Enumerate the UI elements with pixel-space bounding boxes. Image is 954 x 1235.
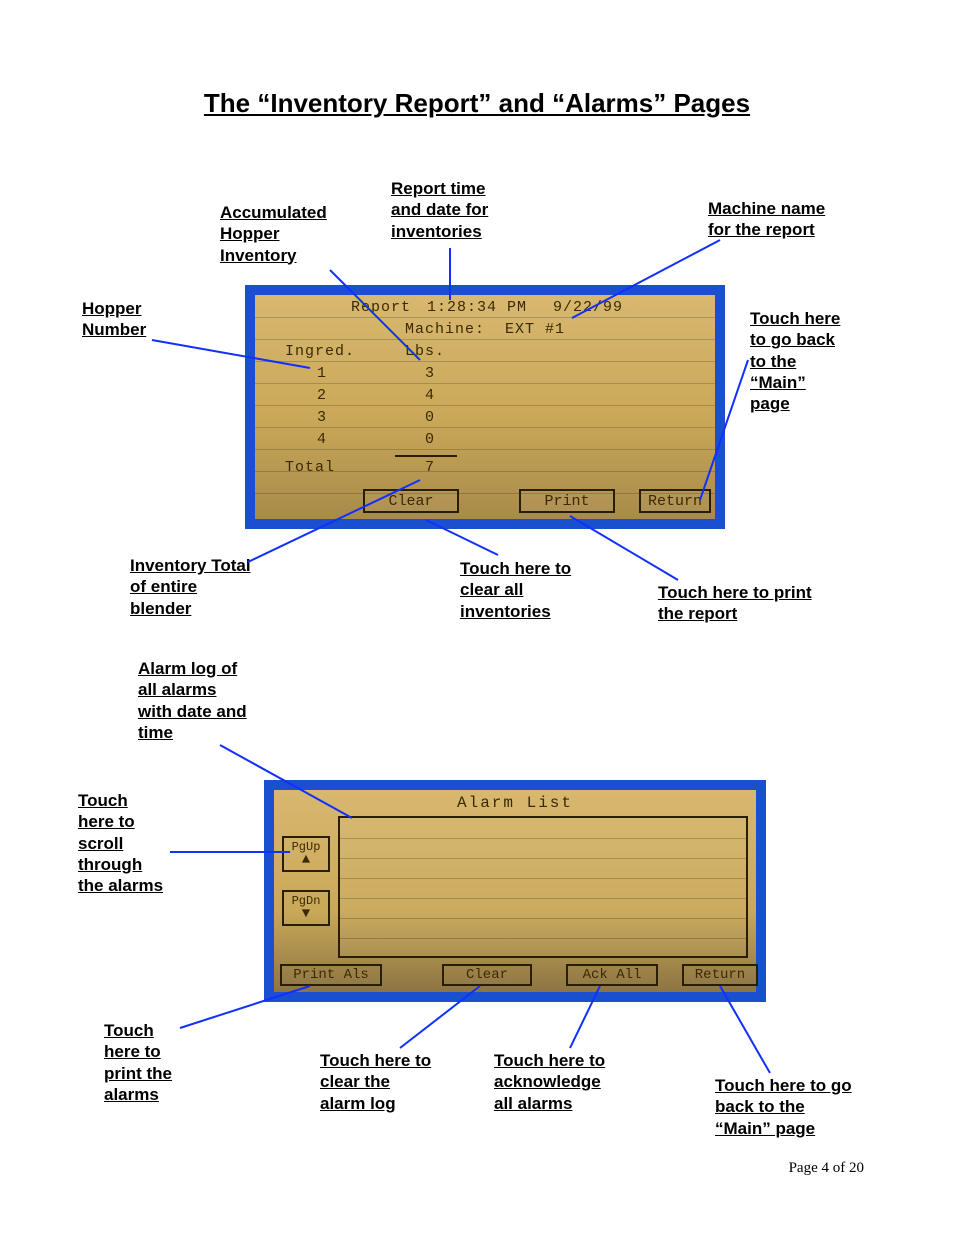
alarm-list-screen: Alarm List PgUp ▲ PgDn ▼ Print Als Clear… [264,780,766,1002]
ack-all-button[interactable]: Ack All [566,964,658,986]
annot-accum-hopper: AccumulatedHopperInventory [220,202,327,266]
row-lbs: 0 [425,409,435,426]
alarm-list-panel: Alarm List PgUp ▲ PgDn ▼ Print Als Clear… [274,790,756,992]
pgdn-button[interactable]: PgDn ▼ [282,890,330,926]
print-alarms-button[interactable]: Print Als [280,964,382,986]
inventory-report-panel: Report 1:28:34 PM 9/22/99 Machine: EXT #… [255,295,715,519]
annot-go-main-bottom: Touch here to goback to the“Main” page [715,1075,852,1139]
total-label: Total [285,459,335,476]
machine-label: Machine: [405,321,485,338]
machine-value: EXT #1 [505,321,565,338]
annot-print-report: Touch here to printthe report [658,582,812,625]
row-n: 4 [317,431,327,448]
row-lbs: 4 [425,387,435,404]
annot-report-time: Report timeand date forinventories [391,178,488,242]
row-lbs: 3 [425,365,435,382]
report-time: 1:28:34 PM [427,299,527,316]
col-lbs: Lbs. [405,343,445,360]
return-button[interactable]: Return [682,964,758,986]
page-footer: Page 4 of 20 [789,1160,864,1177]
return-button[interactable]: Return [639,489,711,513]
annot-alarm-log: Alarm log ofall alarmswith date andtime [138,658,247,743]
clear-alarms-button[interactable]: Clear [442,964,532,986]
annot-clear-alarm-log: Touch here toclear thealarm log [320,1050,431,1114]
report-label: Report [351,299,411,316]
alarm-log-area [338,816,748,958]
clear-button[interactable]: Clear [363,489,459,513]
total-value: 7 [425,459,435,476]
alarm-list-title: Alarm List [274,794,756,812]
annot-scroll-alarms: Touchhere toscrollthroughthe alarms [78,790,163,896]
annot-machine-name: Machine namefor the report [708,198,825,241]
annot-go-main-top: Touch hereto go backto the“Main”page [750,308,840,414]
annot-clear-inv: Touch here toclear allinventories [460,558,571,622]
report-date: 9/22/99 [553,299,623,316]
annot-ack-all: Touch here toacknowledgeall alarms [494,1050,605,1114]
inventory-report-screen: Report 1:28:34 PM 9/22/99 Machine: EXT #… [245,285,725,529]
annot-print-alarms: Touchhere toprint thealarms [104,1020,172,1105]
row-n: 1 [317,365,327,382]
down-arrow-icon: ▼ [284,908,328,921]
pgup-button[interactable]: PgUp ▲ [282,836,330,872]
up-arrow-icon: ▲ [284,854,328,867]
row-lbs: 0 [425,431,435,448]
annot-inv-total: Inventory Totalof entireblender [130,555,251,619]
annot-hopper-number: HopperNumber [82,298,146,341]
print-button[interactable]: Print [519,489,615,513]
row-n: 3 [317,409,327,426]
row-n: 2 [317,387,327,404]
page-title: The “Inventory Report” and “Alarms” Page… [0,88,954,119]
col-ingred: Ingred. [285,343,355,360]
